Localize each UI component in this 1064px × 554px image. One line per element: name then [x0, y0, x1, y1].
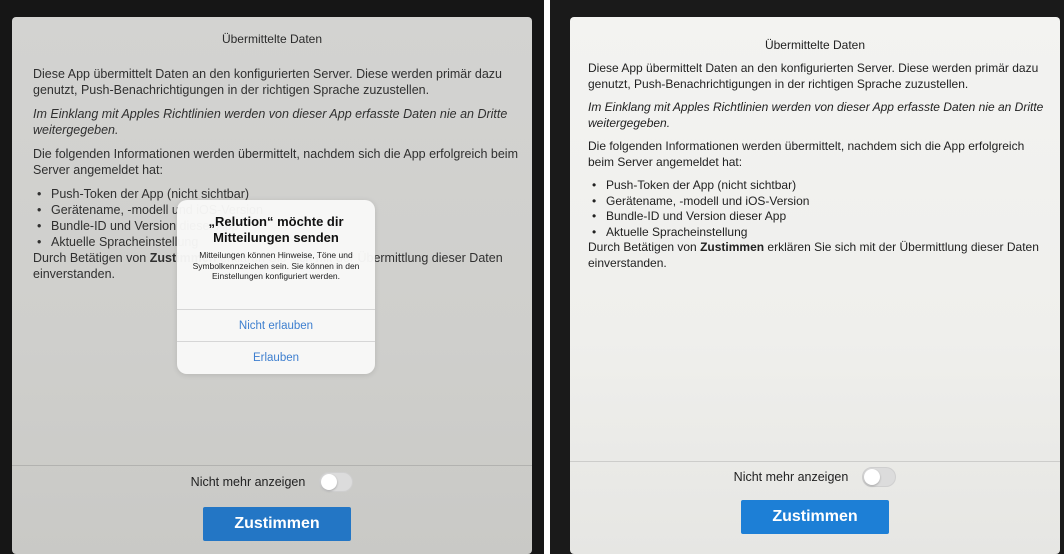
intro-paragraph: Diese App übermittelt Daten an den konfi…	[588, 61, 1039, 91]
policy-note: Im Einklang mit Apples Richtlinien werde…	[33, 107, 508, 137]
allow-button[interactable]: Erlauben	[177, 341, 375, 374]
list-item: Bundle-ID und Version dieser App	[588, 209, 1048, 225]
toggle-knob	[864, 469, 881, 485]
right-photo: Übermittelte Daten Diese App übermittelt…	[550, 0, 1064, 554]
deny-button[interactable]: Nicht erlauben	[177, 309, 375, 342]
list-item: Push-Token der App (nicht sichtbar)	[588, 178, 1048, 194]
consent-screen: Übermittelte Daten Diese App übermittelt…	[570, 17, 1060, 554]
policy-note: Im Einklang mit Apples Richtlinien werde…	[588, 100, 1044, 130]
notification-permission-alert: „Relution“ möchte dir Mitteilungen sende…	[177, 200, 375, 374]
page-title: Übermittelte Daten	[221, 32, 323, 46]
data-list: Push-Token der App (nicht sichtbar) Gerä…	[588, 178, 1048, 240]
dont-show-again-toggle[interactable]	[319, 472, 354, 492]
toggle-row: Nicht mehr anzeigen	[570, 467, 1060, 487]
consent-text: Diese App übermittelt Daten an den konfi…	[588, 61, 1048, 279]
toggle-label: Nicht mehr anzeigen	[733, 470, 849, 484]
toggle-knob	[321, 474, 338, 490]
closing-text-bold: Zustimmen	[700, 240, 765, 254]
left-photo: Übermittelte Daten Diese App übermittelt…	[0, 0, 544, 554]
toggle-label: Nicht mehr anzeigen	[190, 475, 306, 489]
footer-divider	[570, 461, 1060, 462]
closing-paragraph: Durch Betätigen von Zustimmen erklären S…	[588, 240, 1048, 271]
list-item: Aktuelle Spracheinstellung	[588, 225, 1048, 241]
intro-paragraph: Diese App übermittelt Daten an den konfi…	[33, 67, 503, 97]
consent-screen-with-alert: Übermittelte Daten Diese App übermittelt…	[12, 17, 532, 554]
toggle-row: Nicht mehr anzeigen	[12, 472, 532, 492]
closing-text-start: Durch Betätigen von	[33, 251, 150, 265]
closing-text-start: Durch Betätigen von	[588, 240, 701, 254]
alert-title: „Relution“ möchte dir Mitteilungen sende…	[208, 214, 344, 245]
info-heading: Die folgenden Informationen werden überm…	[588, 139, 1025, 169]
info-heading: Die folgenden Informationen werden überm…	[33, 147, 518, 177]
dont-show-again-toggle[interactable]	[862, 467, 897, 487]
alert-message: Mitteilungen können Hinweise, Töne und S…	[192, 250, 360, 281]
agree-button[interactable]: Zustimmen	[203, 507, 351, 541]
page-title: Übermittelte Daten	[764, 38, 866, 52]
footer-divider	[12, 465, 532, 466]
list-item: Gerätename, -modell und iOS-Version	[588, 194, 1048, 210]
agree-button[interactable]: Zustimmen	[741, 500, 889, 534]
